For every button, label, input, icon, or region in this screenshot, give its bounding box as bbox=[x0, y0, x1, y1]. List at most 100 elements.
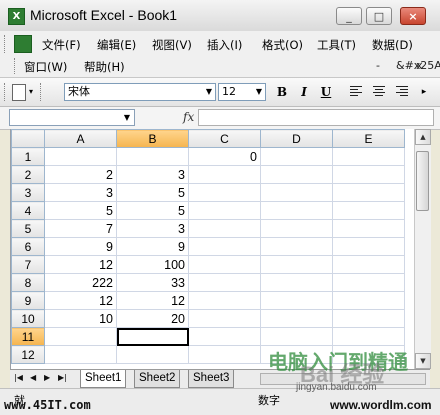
cell-D10[interactable] bbox=[260, 309, 333, 328]
align-left-icon[interactable] bbox=[350, 86, 362, 97]
cell-A7[interactable]: 12 bbox=[44, 255, 117, 274]
toolbar-grip[interactable] bbox=[4, 35, 8, 53]
cell-C9[interactable] bbox=[188, 291, 261, 310]
menu-insert[interactable]: 插入(I) bbox=[207, 37, 242, 53]
cell-D4[interactable] bbox=[260, 201, 333, 220]
menu-edit[interactable]: 编辑(E) bbox=[97, 37, 136, 53]
cell-D11[interactable] bbox=[260, 327, 333, 346]
cell-B10[interactable]: 20 bbox=[116, 309, 189, 328]
cell-B3[interactable]: 5 bbox=[116, 183, 189, 202]
menu-tools[interactable]: 工具(T) bbox=[317, 37, 356, 53]
maximize-button[interactable]: □ bbox=[366, 7, 392, 25]
cell-B5[interactable]: 3 bbox=[116, 219, 189, 238]
menu-file[interactable]: 文件(F) bbox=[42, 37, 81, 53]
new-dropdown-icon[interactable]: ▾ bbox=[26, 82, 36, 102]
minimize-button[interactable]: _ bbox=[336, 7, 362, 25]
doc-minimize-button[interactable]: - bbox=[376, 59, 380, 72]
cell-A9[interactable]: 12 bbox=[44, 291, 117, 310]
cell-E3[interactable] bbox=[332, 183, 405, 202]
cell-D1[interactable] bbox=[260, 147, 333, 166]
toolbar-options-icon[interactable]: ▸ bbox=[418, 82, 430, 102]
toolbar-grip[interactable] bbox=[4, 83, 8, 101]
cell-A12[interactable] bbox=[44, 345, 117, 364]
cell-C3[interactable] bbox=[188, 183, 261, 202]
cell-A2[interactable]: 2 bbox=[44, 165, 117, 184]
cell-E1[interactable] bbox=[332, 147, 405, 166]
row-header[interactable]: 10 bbox=[11, 309, 45, 328]
horizontal-scrollbar[interactable] bbox=[260, 373, 426, 385]
cell-E5[interactable] bbox=[332, 219, 405, 238]
cell-E6[interactable] bbox=[332, 237, 405, 256]
cell-A1[interactable] bbox=[44, 147, 117, 166]
cell-B2[interactable]: 3 bbox=[116, 165, 189, 184]
column-header[interactable]: C bbox=[188, 129, 261, 148]
cell-E11[interactable] bbox=[332, 327, 405, 346]
next-sheet-icon[interactable]: ▶ bbox=[44, 373, 50, 382]
cell-D6[interactable] bbox=[260, 237, 333, 256]
cell-A3[interactable]: 3 bbox=[44, 183, 117, 202]
row-header[interactable]: 6 bbox=[11, 237, 45, 256]
cell-E2[interactable] bbox=[332, 165, 405, 184]
cell-A10[interactable]: 10 bbox=[44, 309, 117, 328]
tab-sheet2[interactable]: Sheet2 bbox=[134, 370, 181, 388]
underline-button[interactable]: U bbox=[318, 82, 334, 102]
cell-C7[interactable] bbox=[188, 255, 261, 274]
cell-B7[interactable]: 100 bbox=[116, 255, 189, 274]
menu-view[interactable]: 视图(V) bbox=[152, 37, 192, 53]
cell-A11[interactable] bbox=[44, 327, 117, 346]
font-name-select[interactable]: 宋体 ▼ bbox=[64, 83, 216, 101]
cell-A8[interactable]: 222 bbox=[44, 273, 117, 292]
excel-icon[interactable]: X bbox=[8, 8, 25, 25]
cell-D9[interactable] bbox=[260, 291, 333, 310]
cell-B9[interactable]: 12 bbox=[116, 291, 189, 310]
cell-D12[interactable] bbox=[260, 345, 333, 364]
menu-window[interactable]: 窗口(W) bbox=[24, 59, 67, 75]
cell-A6[interactable]: 9 bbox=[44, 237, 117, 256]
column-header[interactable]: E bbox=[332, 129, 405, 148]
row-header[interactable]: 4 bbox=[11, 201, 45, 220]
cell-E7[interactable] bbox=[332, 255, 405, 274]
cell-B11[interactable] bbox=[116, 327, 189, 346]
select-all-corner[interactable] bbox=[11, 129, 45, 148]
row-header[interactable]: 8 bbox=[11, 273, 45, 292]
cell-A4[interactable]: 5 bbox=[44, 201, 117, 220]
cell-E12[interactable] bbox=[332, 345, 405, 364]
cell-C6[interactable] bbox=[188, 237, 261, 256]
cell-B8[interactable]: 33 bbox=[116, 273, 189, 292]
cell-C10[interactable] bbox=[188, 309, 261, 328]
cell-B4[interactable]: 5 bbox=[116, 201, 189, 220]
row-header[interactable]: 3 bbox=[11, 183, 45, 202]
formula-input[interactable] bbox=[198, 109, 434, 126]
vertical-scrollbar[interactable]: ▲ ▼ bbox=[414, 129, 431, 369]
cell-E10[interactable] bbox=[332, 309, 405, 328]
cell-D5[interactable] bbox=[260, 219, 333, 238]
align-center-icon[interactable] bbox=[373, 86, 385, 97]
name-box[interactable]: ▼ bbox=[9, 109, 135, 126]
cell-E8[interactable] bbox=[332, 273, 405, 292]
close-button[interactable]: × bbox=[400, 7, 426, 25]
align-right-icon[interactable] bbox=[396, 86, 408, 97]
column-header[interactable]: D bbox=[260, 129, 333, 148]
new-document-icon[interactable] bbox=[12, 84, 26, 101]
menu-format[interactable]: 格式(O) bbox=[262, 37, 303, 53]
excel-doc-icon[interactable] bbox=[14, 35, 32, 53]
cell-D2[interactable] bbox=[260, 165, 333, 184]
cell-B12[interactable] bbox=[116, 345, 189, 364]
column-header[interactable]: A bbox=[44, 129, 117, 148]
scroll-up-icon[interactable]: ▲ bbox=[415, 129, 431, 145]
scrollbar-thumb[interactable] bbox=[416, 151, 429, 211]
cell-E9[interactable] bbox=[332, 291, 405, 310]
row-header[interactable]: 12 bbox=[11, 345, 45, 364]
tab-sheet3[interactable]: Sheet3 bbox=[188, 370, 235, 388]
italic-button[interactable]: I bbox=[296, 82, 312, 102]
row-header[interactable]: 2 bbox=[11, 165, 45, 184]
menu-grip[interactable] bbox=[14, 58, 18, 74]
cell-C2[interactable] bbox=[188, 165, 261, 184]
cell-C11[interactable] bbox=[188, 327, 261, 346]
cell-C1[interactable]: 0 bbox=[188, 147, 261, 166]
column-header[interactable]: B bbox=[116, 129, 189, 148]
row-header[interactable]: 1 bbox=[11, 147, 45, 166]
cell-B1[interactable] bbox=[116, 147, 189, 166]
cell-D8[interactable] bbox=[260, 273, 333, 292]
row-header[interactable]: 5 bbox=[11, 219, 45, 238]
